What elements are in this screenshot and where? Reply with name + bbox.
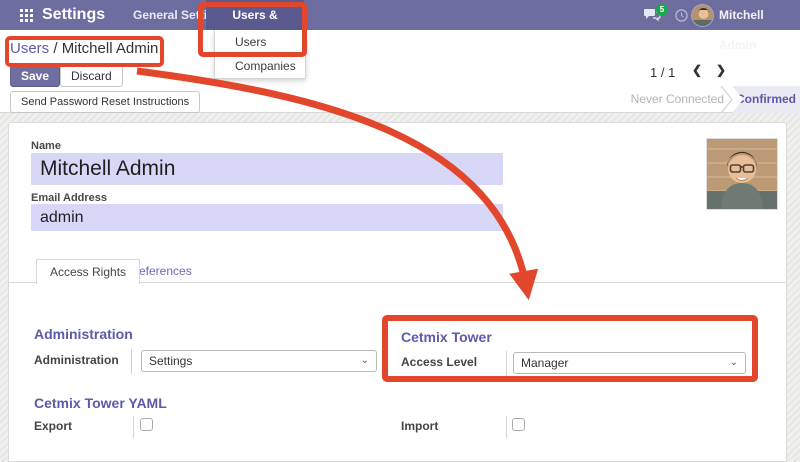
section-title-administration: Administration: [34, 326, 133, 342]
user-name[interactable]: Mitchell Admin: [719, 0, 800, 60]
name-label: Name: [31, 140, 61, 152]
save-button[interactable]: Save: [10, 65, 60, 87]
top-navbar: Settings General Settings Users & Compan…: [0, 0, 800, 30]
field-separator: [506, 416, 507, 438]
export-label: Export: [34, 419, 72, 433]
access-level-label: Access Level: [401, 355, 477, 369]
pager-previous-icon[interactable]: ❮: [692, 63, 702, 77]
users-companies-dropdown: Users Companies: [214, 30, 306, 79]
administration-select[interactable]: Settings ⌄: [141, 350, 377, 372]
administration-field-label: Administration: [34, 353, 119, 367]
field-separator: [133, 416, 134, 438]
field-separator: [506, 351, 507, 376]
administration-select-value: Settings: [149, 354, 192, 368]
profile-photo[interactable]: [706, 138, 778, 210]
access-level-select[interactable]: Manager ⌄: [513, 352, 746, 374]
dropdown-caret-icon: ⌄: [730, 353, 738, 373]
menu-users-companies[interactable]: Users & Companies: [206, 0, 304, 30]
app-title: Settings: [42, 0, 105, 30]
import-label: Import: [401, 419, 438, 433]
activity-clock-icon[interactable]: [675, 9, 688, 22]
discard-button[interactable]: Discard: [60, 65, 123, 87]
export-checkbox[interactable]: [140, 418, 153, 431]
dropdown-item-companies[interactable]: Companies: [215, 54, 305, 78]
notebook-tabs: Access Rights Preferences: [9, 259, 786, 283]
email-label: Email Address: [31, 192, 107, 204]
user-form-sheet: Name Email Address Access Rights Prefere…: [8, 122, 787, 462]
pager-next-icon[interactable]: ❯: [716, 63, 726, 77]
statusbar-chevron-icon: [720, 86, 734, 113]
control-panel: Users / Mitchell Admin Save Discard Send…: [0, 30, 800, 113]
field-separator: [131, 349, 132, 374]
user-avatar[interactable]: [691, 4, 714, 27]
status-confirmed-badge[interactable]: Confirmed: [732, 86, 800, 113]
apps-menu-icon[interactable]: [20, 9, 33, 22]
name-input[interactable]: [31, 153, 503, 185]
breadcrumb-separator: /: [49, 40, 62, 57]
email-input[interactable]: [31, 204, 503, 231]
dropdown-caret-icon: ⌄: [361, 351, 369, 371]
tab-access-rights[interactable]: Access Rights: [36, 259, 140, 284]
section-title-cetmix-tower: Cetmix Tower: [401, 329, 492, 345]
dropdown-item-users[interactable]: Users: [215, 30, 305, 54]
breadcrumb-users-link[interactable]: Users: [10, 40, 49, 57]
pager-value: 1 / 1: [650, 65, 675, 80]
send-password-reset-button[interactable]: Send Password Reset Instructions: [10, 91, 200, 113]
breadcrumb-current: Mitchell Admin: [62, 40, 159, 57]
access-level-select-value: Manager: [521, 356, 568, 370]
messages-count-badge: 5: [656, 4, 668, 16]
section-title-cetmix-yaml: Cetmix Tower YAML: [34, 395, 167, 411]
breadcrumb: Users / Mitchell Admin: [10, 40, 158, 57]
import-checkbox[interactable]: [512, 418, 525, 431]
status-never-connected[interactable]: Never Connected: [631, 86, 724, 113]
